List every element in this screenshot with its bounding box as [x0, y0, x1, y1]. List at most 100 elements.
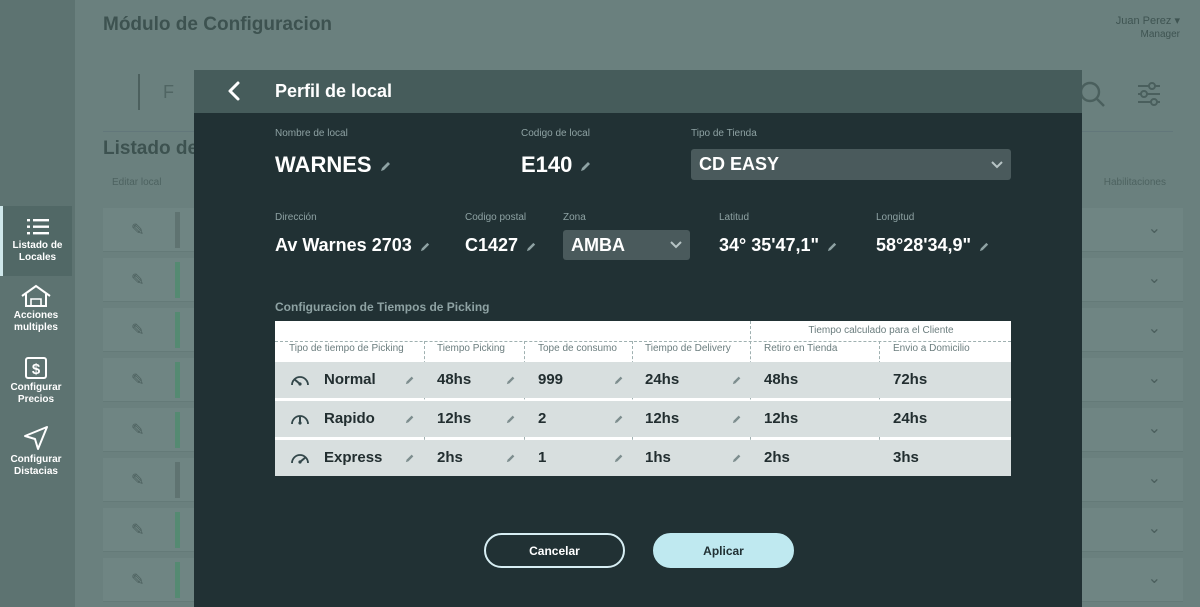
zona-select[interactable]: AMBA: [563, 230, 690, 260]
cell-picking[interactable]: 12hs: [437, 401, 471, 437]
pencil-icon[interactable]: [732, 453, 742, 463]
chevron-down-icon[interactable]: ⌄: [1148, 568, 1161, 588]
sidebar-item-listado-locales[interactable]: Listado de Locales: [0, 206, 72, 276]
user-menu[interactable]: Juan Perez ▾ Manager: [1116, 14, 1180, 42]
list-title: Listado de: [103, 138, 199, 159]
chevron-down-icon[interactable]: ⌄: [1148, 368, 1161, 388]
pencil-icon[interactable]: [979, 241, 990, 252]
pencil-icon[interactable]: [380, 160, 392, 172]
pencil-icon[interactable]: [580, 160, 592, 172]
group-header: Tiempo calculado para el Cliente: [808, 325, 954, 336]
sidebar-item-label: Distacias: [14, 466, 58, 477]
pencil-icon[interactable]: [614, 453, 624, 463]
cell-tipo[interactable]: Rapido: [324, 401, 375, 437]
column-header: Envio a Domicilio: [893, 343, 970, 354]
status-stripe: [175, 462, 180, 498]
cell-tope[interactable]: 2: [538, 401, 546, 437]
codigo-value: E140: [521, 152, 573, 177]
chevron-down-icon[interactable]: ⌄: [1148, 218, 1161, 238]
tipo-tienda-select[interactable]: CD EASY: [691, 149, 1011, 180]
search-icon[interactable]: [1078, 80, 1106, 108]
user-name: Juan Perez: [1115, 15, 1172, 27]
postal-label: Codigo postal: [465, 212, 527, 223]
postal-value: C1427: [465, 235, 519, 255]
pencil-icon[interactable]: [827, 241, 838, 252]
column-header-edit: Editar local: [112, 177, 162, 188]
pencil-icon[interactable]: [405, 414, 415, 424]
table-row: Normal 48hs 999 24hs 48hs 72hs: [275, 362, 1011, 398]
home-icon: [21, 284, 51, 307]
cell-tipo[interactable]: Express: [324, 440, 382, 476]
postal-field[interactable]: C1427: [465, 235, 537, 256]
chevron-down-icon[interactable]: ⌄: [1148, 518, 1161, 538]
nombre-field[interactable]: WARNES: [275, 152, 392, 178]
pencil-icon[interactable]: ✎: [131, 570, 144, 590]
pencil-icon[interactable]: ✎: [131, 320, 144, 340]
cell-tope[interactable]: 1: [538, 440, 546, 476]
search-input[interactable]: F: [163, 82, 174, 103]
pencil-icon[interactable]: [405, 375, 415, 385]
pencil-icon[interactable]: [506, 375, 516, 385]
filter-icon[interactable]: [1136, 80, 1162, 108]
table-row: Rapido 12hs 2 12hs 12hs 24hs: [275, 401, 1011, 437]
sidebar-item-configurar-distancias[interactable]: Configurar Distacias: [0, 424, 72, 484]
latitud-field[interactable]: 34° 35'47,1": [719, 235, 838, 256]
back-arrow-icon[interactable]: [224, 80, 246, 102]
pencil-icon[interactable]: [506, 414, 516, 424]
pencil-icon[interactable]: [614, 414, 624, 424]
pencil-icon[interactable]: ✎: [131, 520, 144, 540]
cell-tope[interactable]: 999: [538, 362, 563, 398]
pencil-icon[interactable]: ✎: [131, 270, 144, 290]
sidebar-item-configurar-precios[interactable]: $ Configurar Precios: [0, 356, 72, 416]
codigo-label: Codigo de local: [521, 128, 590, 139]
cell-delivery[interactable]: 12hs: [645, 401, 679, 437]
cell-picking[interactable]: 48hs: [437, 362, 471, 398]
cell-tipo[interactable]: Normal: [324, 362, 376, 398]
speedometer-fast-icon: [291, 454, 309, 464]
pencil-icon[interactable]: ✎: [131, 420, 144, 440]
cell-envio: 3hs: [893, 449, 919, 466]
pencil-icon[interactable]: [732, 414, 742, 424]
chevron-down-icon[interactable]: ⌄: [1148, 268, 1161, 288]
nombre-value: WARNES: [275, 152, 372, 177]
pencil-icon[interactable]: [506, 453, 516, 463]
status-stripe: [175, 212, 180, 248]
pencil-icon[interactable]: ✎: [131, 220, 144, 240]
direccion-field[interactable]: Av Warnes 2703: [275, 235, 431, 256]
pencil-icon[interactable]: ✎: [131, 370, 144, 390]
chevron-down-icon: [991, 160, 1003, 168]
sidebar-item-acciones-multiples[interactable]: Acciones multiples: [0, 284, 72, 344]
pencil-icon[interactable]: ✎: [131, 470, 144, 490]
pencil-icon[interactable]: [405, 453, 415, 463]
status-stripe: [175, 312, 180, 348]
longitud-label: Longitud: [876, 212, 915, 223]
status-stripe: [175, 262, 180, 298]
cell-picking[interactable]: 2hs: [437, 440, 463, 476]
column-header: Tiempo Picking: [437, 343, 505, 354]
user-role: Manager: [1140, 29, 1180, 40]
page-title: Módulo de Configuracion: [103, 14, 333, 35]
codigo-field[interactable]: E140: [521, 152, 592, 178]
longitud-field[interactable]: 58°28'34,9": [876, 235, 990, 256]
chevron-down-icon: [670, 241, 682, 249]
chevron-down-icon[interactable]: ⌄: [1148, 418, 1161, 438]
speedometer-mid-icon: [291, 415, 309, 425]
modal-title: Perfil de local: [275, 81, 393, 101]
pencil-icon[interactable]: [420, 241, 431, 252]
apply-button[interactable]: Aplicar: [653, 533, 794, 568]
cell-delivery[interactable]: 1hs: [645, 440, 671, 476]
section-title: Configuracion de Tiempos de Picking: [275, 300, 490, 314]
chevron-down-icon[interactable]: ⌄: [1148, 468, 1161, 488]
column-header-habilitaciones: Habilitaciones: [1103, 177, 1166, 188]
pencil-icon[interactable]: [614, 375, 624, 385]
pencil-icon[interactable]: [526, 241, 537, 252]
cancel-button[interactable]: Cancelar: [484, 533, 625, 568]
chevron-down-icon[interactable]: ⌄: [1148, 318, 1161, 338]
cell-delivery[interactable]: 24hs: [645, 362, 679, 398]
pencil-icon[interactable]: [732, 375, 742, 385]
cell-retiro: 48hs: [764, 371, 799, 388]
tipo-tienda-label: Tipo de Tienda: [691, 128, 757, 139]
column-header: Retiro en Tienda: [764, 343, 838, 354]
sidebar-item-label: multiples: [14, 322, 58, 333]
sidebar-item-label: Listado de: [12, 240, 63, 251]
